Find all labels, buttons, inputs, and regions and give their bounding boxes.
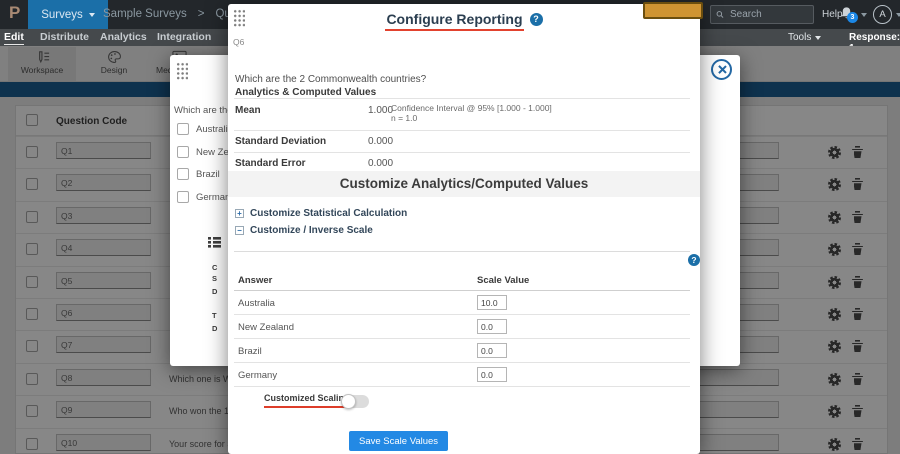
questionpro-logo[interactable]: P: [9, 3, 20, 23]
help-icon[interactable]: [688, 254, 700, 266]
stat-label: Standard Error: [235, 158, 306, 169]
close-button[interactable]: [711, 59, 732, 80]
answer-label: Australia: [238, 298, 275, 309]
breadcrumb-separator: >: [198, 8, 205, 20]
tab-analytics[interactable]: Analytics: [100, 31, 147, 43]
stat-row: Standard Deviation 0.000: [234, 130, 690, 152]
customize-section-header: Customize Analytics/Computed Values: [228, 171, 700, 197]
option-checkbox[interactable]: [177, 168, 189, 180]
option-label: Brazil: [196, 169, 220, 180]
stat-value: 0.000: [368, 158, 393, 169]
stat-note: n = 1.0: [391, 113, 417, 123]
tools-label: Tools: [788, 32, 811, 43]
breadcrumb: Sample Surveys > Qu: [103, 8, 231, 20]
search-icon: [716, 9, 724, 20]
search-box[interactable]: [710, 5, 814, 24]
breadcrumb-item[interactable]: Sample Surveys: [103, 8, 187, 20]
tab-integration[interactable]: Integration: [157, 31, 211, 43]
collapse-minus-icon[interactable]: [235, 226, 244, 235]
label-fragment: S: [212, 274, 217, 283]
section-customize-inverse-scale[interactable]: Customize / Inverse Scale: [235, 225, 373, 236]
scale-value-input[interactable]: [477, 295, 507, 310]
column-header: Answer: [238, 275, 272, 286]
tab-edit[interactable]: Edit: [4, 31, 24, 45]
customized-scaling-label: Customized Scaling: [264, 393, 350, 408]
scale-table-header: Answer Scale Value: [234, 272, 690, 291]
avatar[interactable]: A: [873, 5, 892, 24]
scale-value-input[interactable]: [477, 343, 507, 358]
tab-distribute[interactable]: Distribute: [40, 31, 89, 43]
stat-value: 0.000: [368, 136, 393, 147]
answer-label: Germany: [238, 370, 277, 381]
stat-label: Standard Deviation: [235, 136, 326, 147]
option-checkbox[interactable]: [177, 123, 189, 135]
analytics-header: Analytics & Computed Values: [235, 87, 376, 98]
chevron-down-icon: [89, 13, 95, 17]
table-grid-icon[interactable]: [208, 237, 221, 248]
scale-value-input[interactable]: [477, 319, 507, 334]
label-fragment: D: [212, 287, 217, 296]
analytics-table: Mean 1.000 Confidence Interval @ 95% [1.…: [234, 98, 690, 174]
scale-row: Brazil: [234, 339, 690, 363]
divider: [234, 251, 690, 252]
chevron-down-icon: [815, 36, 821, 40]
drag-handle-icon[interactable]: [176, 62, 188, 80]
close-icon: [717, 65, 726, 74]
expand-plus-icon[interactable]: [235, 209, 244, 218]
label-fragment: C: [212, 263, 217, 272]
surveys-menu-button[interactable]: Surveys: [28, 0, 108, 29]
section-customize-statistical[interactable]: Customize Statistical Calculation: [235, 208, 407, 219]
app-screen: P Surveys Sample Surveys > Qu Help 3 A E…: [0, 0, 900, 454]
stat-row: Mean 1.000 Confidence Interval @ 95% [1.…: [234, 98, 690, 130]
column-header: Scale Value: [477, 275, 529, 286]
chevron-down-icon[interactable]: [861, 13, 867, 17]
tools-menu[interactable]: Tools: [788, 32, 821, 43]
upgrade-button[interactable]: [643, 2, 703, 19]
stat-value: 1.000: [368, 105, 393, 116]
save-scale-values-button[interactable]: Save Scale Values: [349, 431, 448, 451]
help-icon[interactable]: [530, 13, 543, 26]
scale-row: Australia: [234, 291, 690, 315]
chevron-down-icon[interactable]: [896, 13, 900, 17]
question-code: Q6: [233, 37, 244, 47]
answer-label: New Zealand: [238, 322, 294, 333]
customized-scaling-toggle[interactable]: [342, 395, 369, 408]
stat-note: Confidence Interval @ 95% [1.000 - 1.000…: [391, 103, 552, 113]
label-fragment: T: [212, 311, 217, 320]
answer-label: Brazil: [238, 346, 262, 357]
scale-value-input[interactable]: [477, 367, 507, 382]
stat-label: Mean: [235, 105, 261, 116]
scale-row: Germany: [234, 363, 690, 387]
option-checkbox[interactable]: [177, 146, 189, 158]
label-fragment: D: [212, 324, 217, 333]
scale-row: New Zealand: [234, 315, 690, 339]
option-checkbox[interactable]: [177, 191, 189, 203]
section-label: Customize / Inverse Scale: [250, 225, 373, 236]
question-text-fragment: Which are the: [174, 105, 233, 116]
surveys-label: Surveys: [41, 9, 83, 21]
section-label: Customize Statistical Calculation: [250, 208, 407, 219]
toggle-knob: [341, 394, 356, 409]
modal-title: Configure Reporting: [385, 11, 523, 31]
scale-value-table: Answer Scale Value Australia New Zealand…: [234, 272, 690, 387]
configure-reporting-modal: Configure Reporting Q6 Which are the 2 C…: [228, 4, 700, 454]
question-text: Which are the 2 Commonwealth countries?: [235, 74, 426, 85]
notification-badge: 3: [847, 12, 858, 23]
search-input[interactable]: [728, 8, 808, 21]
